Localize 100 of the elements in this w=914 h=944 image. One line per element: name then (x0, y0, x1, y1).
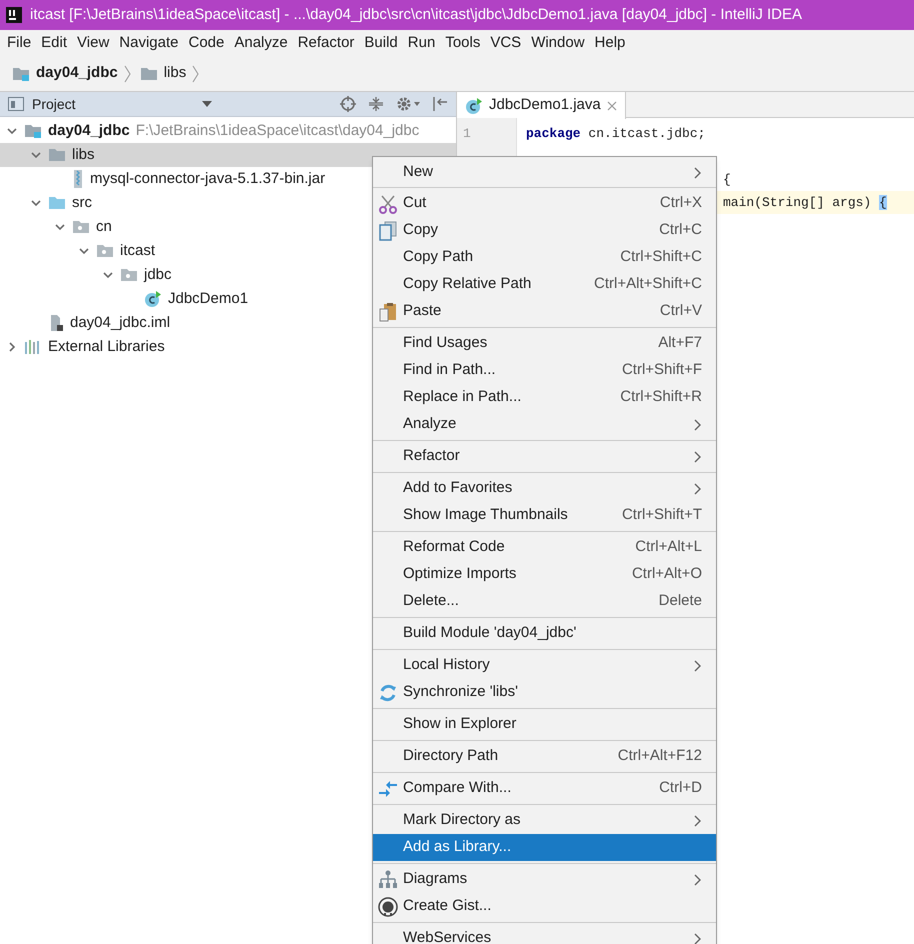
tree-item-path: F:\JetBrains\1ideaSpace\itcast\day04_jdbc (136, 120, 420, 141)
tree-item[interactable]: libs (0, 143, 456, 167)
menu-item[interactable]: Navigate (114, 32, 184, 54)
menu-item[interactable]: Edit (36, 32, 72, 54)
menu-entry[interactable]: Copy Relative Path Ctrl+Alt+Shift+C (373, 271, 716, 298)
menu-item[interactable]: Code (183, 32, 230, 54)
folder-icon (48, 196, 66, 210)
tree-item[interactable]: src (0, 191, 96, 215)
menu-entry-label: Add to Favorites (403, 478, 512, 498)
menu-entry-label: Replace in Path... (403, 387, 522, 408)
menu-entry[interactable]: Compare With... Ctrl+D (373, 775, 716, 802)
panel-title[interactable]: Project (32, 94, 76, 114)
menu-entry-label: Synchronize 'libs' (403, 682, 518, 702)
tree-item[interactable]: itcast (0, 239, 160, 263)
menu-entry[interactable]: Local History (373, 652, 716, 679)
settings-icon[interactable] (396, 96, 420, 112)
menu-item[interactable]: Run (402, 32, 440, 54)
tree-item[interactable]: day04_jdbc.iml (0, 311, 174, 335)
menu-item[interactable]: File (2, 32, 36, 54)
menu-entry[interactable]: Replace in Path... Ctrl+Shift+R (373, 384, 716, 411)
line-number: 1 (463, 125, 471, 143)
clipboard-icon (378, 302, 398, 322)
menu-entry-label: Paste (403, 301, 442, 322)
menu-entry[interactable]: Show Image Thumbnails Ctrl+Shift+T (373, 502, 716, 529)
menu-entry[interactable]: WebServices (373, 925, 716, 944)
tree-item-label: jdbc (144, 264, 172, 285)
matched-brace: { (879, 195, 887, 210)
tree-item[interactable]: cn (0, 215, 116, 239)
menu-item[interactable]: Help (590, 32, 630, 54)
editor-tab[interactable]: JdbcDemo1.java (457, 92, 626, 119)
menu-entry[interactable]: Reformat Code Ctrl+Alt+L (373, 534, 716, 561)
tree-item-label: External Libraries (48, 336, 165, 357)
menu-entry-label: Cut (403, 193, 426, 214)
menu-entry[interactable]: Paste Ctrl+V (373, 298, 716, 325)
shortcut-label: Ctrl+Alt+F12 (618, 746, 702, 766)
menu-entry[interactable]: Find in Path... Ctrl+Shift+F (373, 357, 716, 384)
breadcrumb[interactable]: day04_jdbc (36, 62, 118, 85)
menu-entry[interactable]: Create Gist... (373, 893, 716, 920)
tree-item-label: libs (72, 144, 95, 165)
close-icon[interactable] (606, 100, 617, 110)
octocat-icon (378, 896, 398, 916)
menu-entry-label: Find in Path... (403, 360, 496, 380)
collapse-all-icon[interactable] (368, 96, 384, 112)
shortcut-label: Ctrl+Alt+Shift+C (594, 274, 702, 294)
module-folder-icon (12, 66, 30, 82)
chevron-right-icon (192, 64, 200, 82)
menu-entry[interactable]: Copy Ctrl+C (373, 217, 716, 244)
hide-panel-icon[interactable] (432, 96, 448, 112)
tree-item[interactable]: mysql-connector-java-5.1.37-bin.jar (0, 167, 330, 191)
code-keyword: package (526, 126, 581, 141)
menu-entry[interactable]: Find Usages Alt+F7 (373, 330, 716, 357)
menu-item[interactable]: Analyze (229, 32, 293, 54)
breadcrumb[interactable]: libs (164, 62, 186, 85)
archive-icon (72, 170, 84, 188)
shortcut-label: Ctrl+C (659, 220, 702, 240)
copy-icon (378, 220, 398, 240)
menu-entry-label: Copy Relative Path (403, 274, 532, 294)
menu-entry-label: Refactor (403, 446, 460, 466)
menu-entry[interactable]: Copy Path Ctrl+Shift+C (373, 244, 716, 271)
menu-entry-label: Reformat Code (403, 537, 505, 558)
menu-entry-label: Local History (403, 655, 490, 676)
menu-entry[interactable]: Add to Favorites (373, 475, 716, 502)
menu-item[interactable]: Window (526, 32, 590, 54)
tree-item[interactable]: External Libraries (0, 335, 169, 359)
menu-entry-label: Directory Path (403, 746, 498, 766)
menu-item[interactable]: Refactor (292, 32, 360, 54)
menu-entry[interactable]: Refactor (373, 443, 716, 470)
menu-entry[interactable]: Show in Explorer (373, 711, 716, 738)
menu-entry-label: Show in Explorer (403, 714, 516, 734)
locate-icon[interactable] (340, 96, 356, 112)
module-folder-icon (24, 123, 42, 139)
tab-label: JdbcDemo1.java (489, 95, 601, 116)
menu-item[interactable]: VCS (485, 32, 526, 54)
tree-item[interactable]: JdbcDemo1 (0, 287, 252, 311)
tree-item-label: day04_jdbc (48, 120, 130, 141)
menu-item[interactable]: Build (359, 32, 403, 54)
menu-entry-label: Copy (403, 220, 438, 240)
menu-entry[interactable]: Mark Directory as (373, 807, 716, 834)
tree-item[interactable]: day04_jdbc F:\JetBrains\1ideaSpace\itcast\day04_jdbc (0, 119, 424, 143)
library-icon (24, 339, 42, 355)
menu-entry-label: Compare With... (403, 778, 512, 798)
menu-item[interactable]: View (72, 32, 114, 54)
tree-item-label: day04_jdbc.iml (70, 312, 170, 333)
menu-entry[interactable]: Synchronize 'libs' (373, 679, 716, 706)
menu-entry[interactable]: Add as Library... (373, 834, 716, 861)
menu-item[interactable]: Tools (440, 32, 486, 54)
tree-item-label: cn (96, 216, 112, 237)
menu-entry[interactable]: Diagrams (373, 866, 716, 893)
dropdown-caret-icon[interactable] (202, 101, 212, 107)
class-icon (465, 96, 483, 114)
menu-entry[interactable]: Delete... Delete (373, 588, 716, 615)
tree-item[interactable]: jdbc (0, 263, 176, 287)
menu-entry[interactable]: Build Module 'day04_jdbc' (373, 620, 716, 647)
menu-entry[interactable]: Optimize Imports Ctrl+Alt+O (373, 561, 716, 588)
code-text: main(String[] args) (723, 195, 872, 210)
menu-entry-label: Diagrams (403, 869, 468, 890)
menu-entry[interactable]: Cut Ctrl+X (373, 190, 716, 217)
menu-entry[interactable]: Analyze (373, 411, 716, 438)
menu-entry[interactable]: Directory Path Ctrl+Alt+F12 (373, 743, 716, 770)
tree-item-label: itcast (120, 240, 156, 261)
